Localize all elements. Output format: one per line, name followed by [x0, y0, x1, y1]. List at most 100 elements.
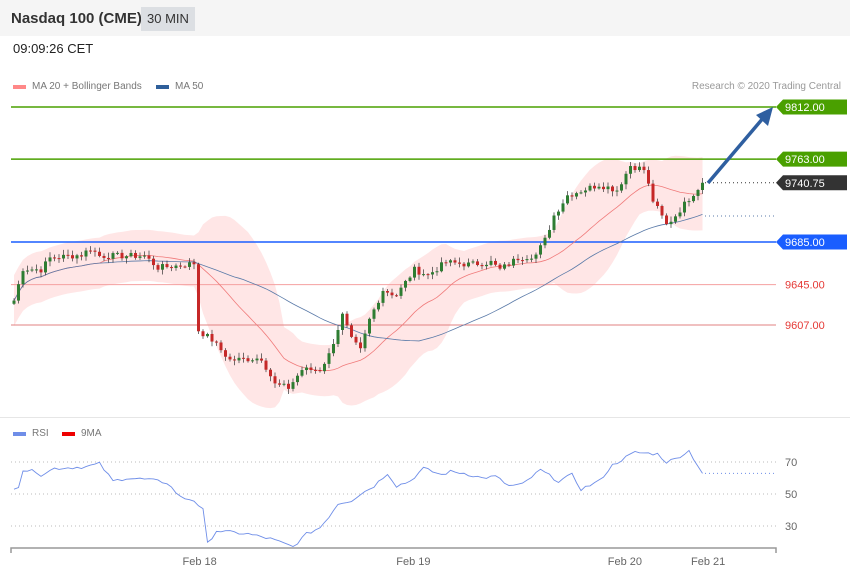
candle	[305, 367, 308, 371]
candle	[336, 330, 340, 345]
candle	[80, 255, 83, 257]
candle	[165, 264, 169, 268]
candle	[404, 280, 407, 288]
candle	[161, 264, 164, 270]
price-chart[interactable]: 9812.00 9763.00 9740.75 9685.00 9645.00 9607.…	[0, 0, 850, 576]
x-axis	[10, 547, 777, 553]
candle	[669, 221, 673, 225]
candle	[422, 274, 425, 276]
candle	[143, 255, 146, 257]
candle	[327, 353, 331, 364]
candle	[62, 254, 65, 259]
candle	[381, 291, 385, 303]
candle	[291, 382, 295, 389]
candle	[192, 262, 196, 265]
candle	[467, 262, 470, 267]
candle	[174, 265, 178, 269]
candle	[26, 270, 29, 272]
candle	[228, 356, 232, 360]
candle	[647, 170, 650, 184]
candle	[183, 266, 187, 268]
candle	[147, 255, 151, 259]
candle	[260, 358, 263, 361]
candle	[296, 375, 299, 383]
rsi-tick-30: 30	[785, 521, 797, 533]
candle	[620, 184, 623, 191]
candle	[471, 261, 475, 263]
candle	[593, 185, 596, 189]
candle	[435, 271, 439, 273]
candle	[597, 186, 601, 189]
candle	[116, 252, 119, 254]
candle	[255, 358, 259, 361]
candle	[44, 261, 47, 273]
candle	[660, 205, 664, 216]
candle	[539, 245, 542, 255]
candle	[557, 211, 560, 216]
candle	[575, 193, 578, 197]
candle	[687, 201, 691, 203]
candle	[12, 300, 16, 304]
candle	[678, 212, 682, 217]
candle	[534, 254, 538, 259]
candle	[485, 264, 488, 267]
candle	[629, 166, 632, 174]
candle	[21, 271, 25, 285]
candle	[584, 190, 587, 193]
x-tick-label: Feb 21	[691, 556, 725, 568]
candle	[53, 257, 56, 259]
candle	[440, 262, 443, 272]
candle	[417, 266, 421, 275]
candle	[611, 186, 614, 192]
candle	[273, 376, 277, 384]
candle	[579, 192, 583, 194]
candle	[179, 265, 182, 267]
candle	[489, 260, 493, 265]
candle	[516, 258, 520, 261]
candle	[530, 258, 533, 260]
candle	[17, 284, 20, 301]
candle	[156, 265, 160, 270]
candle	[566, 195, 569, 204]
candle	[71, 255, 74, 259]
candle	[552, 215, 556, 230]
candle	[89, 250, 92, 252]
candle	[606, 186, 610, 190]
candle	[242, 357, 245, 359]
candle	[170, 267, 173, 269]
candle	[444, 262, 448, 264]
rsi-tick-70: 70	[785, 457, 797, 469]
candle	[507, 264, 511, 266]
candle	[561, 203, 565, 212]
x-tick-label: Feb 20	[608, 556, 642, 568]
level-label-9607.00: 9607.00	[785, 320, 825, 332]
candle	[341, 313, 344, 331]
candle	[449, 260, 452, 263]
candle	[129, 252, 133, 257]
candle	[332, 344, 335, 354]
level-label-9645.00: 9645.00	[785, 280, 825, 292]
candle	[314, 369, 317, 371]
forecast-arrow	[706, 115, 766, 185]
candle	[696, 189, 700, 196]
candle	[656, 201, 659, 206]
candle	[264, 360, 268, 370]
candle	[39, 269, 43, 273]
candle	[98, 251, 101, 256]
candle	[651, 183, 655, 202]
candle	[494, 260, 497, 265]
candle	[642, 166, 646, 171]
candle	[219, 342, 223, 351]
candle	[413, 266, 416, 278]
candle	[638, 166, 641, 171]
candle	[93, 250, 97, 252]
candle	[30, 269, 34, 271]
candle	[287, 383, 290, 389]
candle	[624, 173, 628, 185]
bollinger-band	[14, 155, 703, 409]
candle	[512, 258, 515, 266]
candle	[390, 292, 394, 296]
candle	[125, 256, 128, 259]
candle	[377, 302, 380, 310]
candle	[399, 287, 403, 296]
